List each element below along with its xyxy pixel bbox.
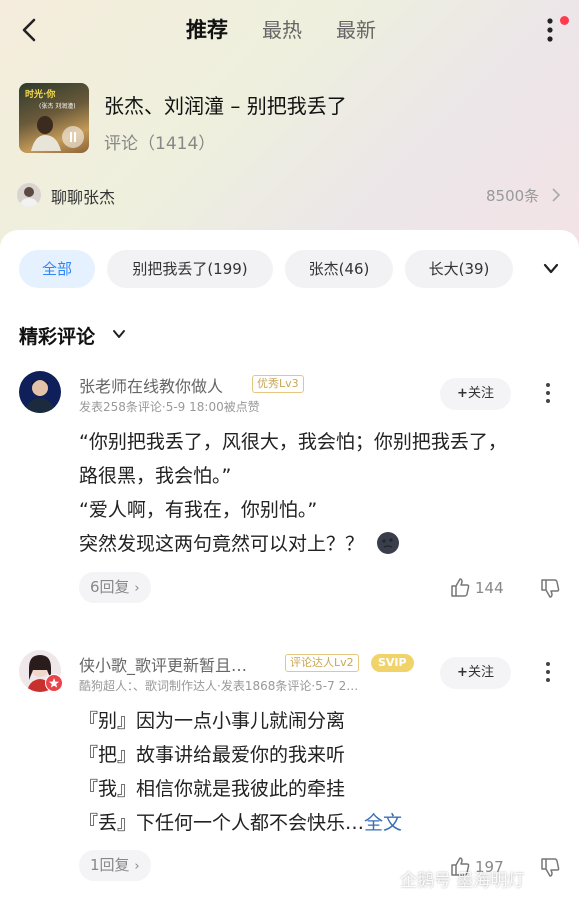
chevron-down-icon	[543, 263, 559, 274]
chat-topic-link[interactable]: 聊聊张杰	[51, 184, 115, 208]
user-level-badge: 优秀Lv3	[252, 375, 304, 393]
dislike-icon[interactable]	[539, 578, 561, 600]
like-count: 144	[475, 579, 504, 597]
chevron-right-icon: ›	[134, 859, 140, 874]
chip-grow-up[interactable]: 长大(39)	[405, 250, 513, 288]
chevron-right-icon: ›	[134, 581, 140, 596]
tab-newest[interactable]: 最新	[336, 16, 376, 44]
plus-icon: +	[457, 665, 468, 680]
cover-subtitle-text: (张杰 刘润潼)	[39, 103, 76, 110]
tab-recommend[interactable]: 推荐	[186, 16, 228, 44]
back-arrow-icon[interactable]	[16, 16, 44, 44]
chips-expand-button[interactable]	[528, 250, 579, 288]
pause-icon[interactable]	[62, 126, 84, 148]
tab-bar: 推荐 最热 最新	[186, 16, 376, 44]
reply-count: 6回复	[90, 578, 130, 596]
follow-button[interactable]: +关注	[440, 378, 511, 410]
reply-count: 1回复	[90, 856, 130, 874]
verified-badge-icon	[45, 674, 63, 692]
new-moon-emoji-icon	[377, 532, 400, 554]
like-icon[interactable]	[449, 576, 471, 598]
plus-icon: +	[457, 386, 468, 401]
follow-label: 关注	[467, 386, 494, 401]
comment-avatar[interactable]	[19, 371, 61, 413]
comment-text: “你别把我丢了，风很大，我会怕；你别把我丢了， 路很黑，我会怕。” “爱人啊，有…	[79, 425, 559, 561]
section-chevron-down-icon[interactable]	[111, 326, 127, 342]
album-cover[interactable]: 时光·你 (张杰 刘润潼)	[19, 83, 89, 153]
comment-line-text: 『丢』下任何一个人都不会快乐…	[79, 812, 365, 834]
dislike-icon[interactable]	[539, 857, 561, 879]
comment-line: 『别』因为一点小事儿就闹分离	[79, 710, 346, 732]
follow-label: 关注	[467, 665, 494, 680]
replies-button[interactable]: 1回复 ›	[79, 850, 151, 881]
chip-song[interactable]: 别把我丢了(199)	[107, 250, 273, 288]
comment-text: 『别』因为一点小事儿就闹分离 『把』故事讲给最爱你的我来听 『我』相信你就是我彼…	[79, 704, 559, 840]
cover-figure-icon	[31, 116, 61, 151]
comment-username[interactable]: 侠小歌_歌评更新暂且…	[79, 652, 247, 676]
chip-all[interactable]: 全部	[19, 250, 95, 288]
comment-line-text: 突然发现这两句竟然可以对上？？	[79, 533, 365, 555]
top-nav: 推荐 最热 最新	[0, 0, 579, 62]
notification-dot	[560, 16, 569, 25]
watermark: 企鹅号 墨海明灯	[400, 871, 525, 891]
full-text-link[interactable]: 全文	[364, 812, 402, 834]
comment-line: 『把』故事讲给最爱你的我来听	[79, 744, 346, 766]
comment-line: “你别把我丢了，风很大，我会怕；你别把我丢了，	[79, 431, 507, 453]
cover-title-text: 时光·你	[25, 90, 56, 100]
tab-hottest[interactable]: 最热	[262, 16, 302, 44]
svip-badge: SVIP	[371, 654, 414, 672]
chat-count[interactable]: 8500条	[486, 185, 539, 206]
follow-button[interactable]: +关注	[440, 657, 511, 689]
comment-username[interactable]: 张老师在线教你做人	[79, 373, 223, 397]
comment-line: “爱人啊，有我在，你别怕。”	[79, 499, 318, 521]
comment-meta: 发表258条评论·5-9 18:00被点赞	[79, 400, 260, 414]
replies-button[interactable]: 6回复 ›	[79, 572, 151, 603]
section-title[interactable]: 精彩评论	[19, 322, 95, 349]
comment-line: 『我』相信你就是我彼此的牵挂	[79, 778, 346, 800]
comment-more-icon[interactable]	[541, 660, 555, 684]
comment-line: 路很黑，我会怕。”	[79, 465, 232, 487]
chevron-right-icon[interactable]	[551, 188, 561, 202]
song-title[interactable]: 张杰、刘润潼 – 别把我丢了	[104, 90, 347, 119]
chat-avatar[interactable]	[17, 183, 41, 207]
chip-artist[interactable]: 张杰(46)	[285, 250, 393, 288]
comment-count: 评论（1414）	[104, 134, 216, 154]
comment-line: 『丢』下任何一个人都不会快乐…全文	[79, 806, 559, 840]
user-level-badge: 评论达人Lv2	[285, 654, 359, 672]
comment-more-icon[interactable]	[541, 381, 555, 405]
comment-line: 突然发现这两句竟然可以对上？？	[79, 527, 559, 561]
comment-meta: 酷狗超人：、歌词制作达人·发表1868条评论·5-7 2…	[79, 679, 359, 693]
